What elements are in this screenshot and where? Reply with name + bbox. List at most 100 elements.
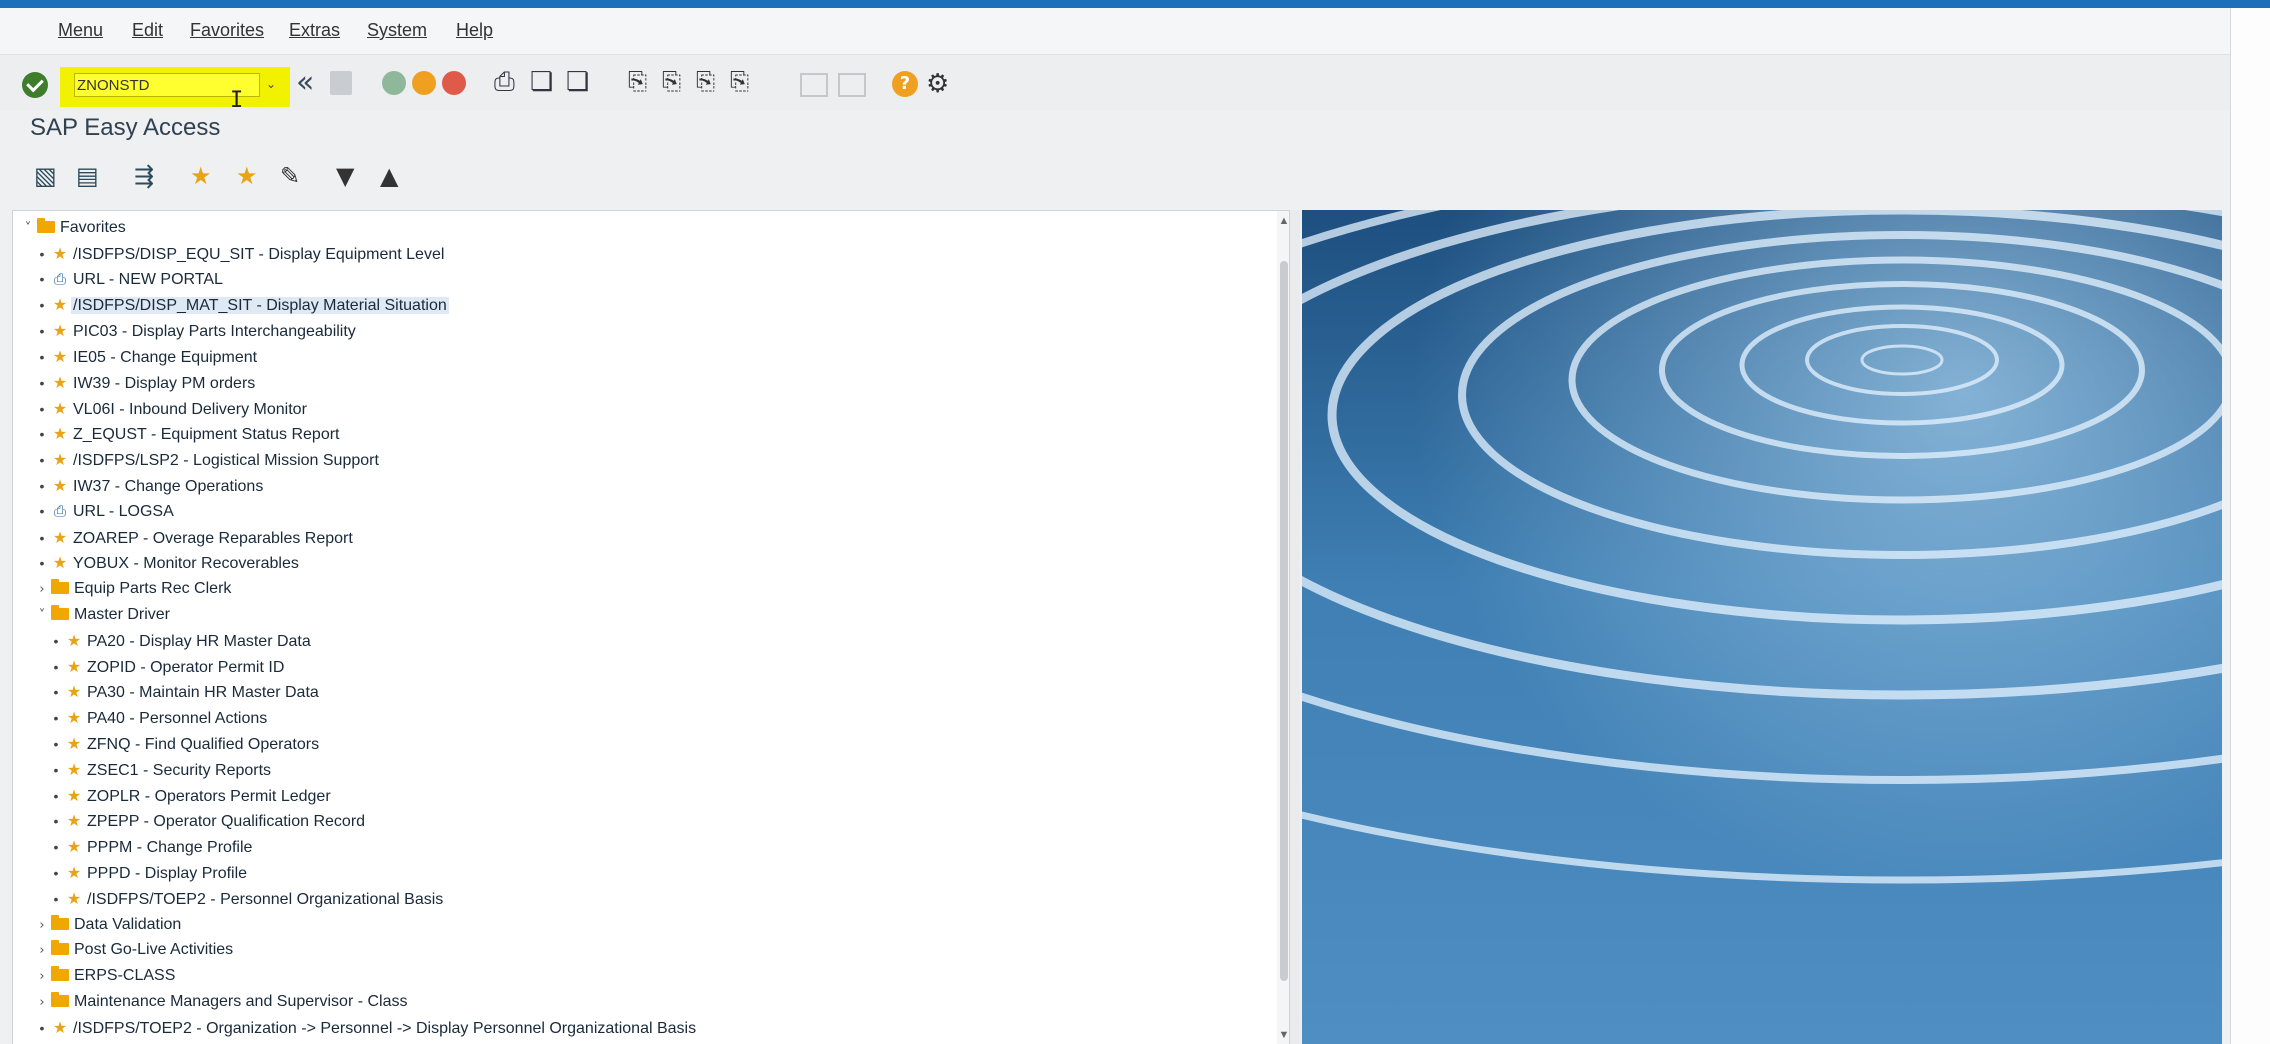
tree-item[interactable]: • ⎙ URL - LOGSA	[13, 499, 1273, 525]
tree-folder[interactable]: › Post Go-Live Activities	[13, 937, 1273, 963]
tree-item[interactable]: • ★ PA40 - Personnel Actions	[13, 705, 1273, 731]
last-page-icon[interactable]: ⎘	[730, 67, 749, 95]
tree-item[interactable]: • ★/ISDFPS/DISP_MAT_SIT - Display Materia…	[13, 292, 1273, 318]
bullet-icon: •	[39, 529, 45, 546]
star-icon: ★	[52, 346, 68, 366]
tree-folder[interactable]: › Equip Parts Rec Clerk	[13, 576, 1273, 602]
create-shortcut-icon[interactable]	[838, 73, 866, 97]
find-icon[interactable]: ❏	[530, 67, 553, 97]
chevron-right-icon[interactable]: ›	[35, 938, 49, 964]
tree-folder[interactable]: › ERPS-CLASS	[13, 963, 1273, 989]
tree-folder[interactable]: ˅ Master Driver	[13, 602, 1273, 628]
exit-icon[interactable]	[412, 71, 436, 95]
menu-edit[interactable]: Edit	[132, 20, 163, 41]
find-next-icon[interactable]: ❏	[566, 67, 589, 97]
tree-item[interactable]: • ★ /ISDFPS/DISP_EQU_SIT - Display Equipme…	[13, 241, 1273, 267]
collapse-double-arrow-icon[interactable]: «	[296, 67, 314, 99]
add-favorite-icon[interactable]: ★	[190, 162, 212, 190]
menu-menu[interactable]: Menu	[58, 20, 103, 41]
panel-splitter[interactable]	[1290, 210, 1300, 1044]
tree-item[interactable]: • ★ /ISDFPS/TOEP2 - Organization -> Person…	[13, 1015, 1273, 1041]
tree-item[interactable]: • ★ IE05 - Change Equipment	[13, 344, 1273, 370]
tree-item[interactable]: • ★ /ISDFPS/TOEP2 - Personnel Organization…	[13, 886, 1273, 912]
chevron-right-icon[interactable]: ›	[35, 964, 49, 990]
tree-item[interactable]: • ★ PPPM - Change Profile	[13, 834, 1273, 860]
tree-folder[interactable]: › Data Validation	[13, 912, 1273, 938]
tree-folder[interactable]: ˅ Favorites	[13, 215, 1273, 241]
tree-item[interactable]: • ★ ZOPLR - Operators Permit Ledger	[13, 783, 1273, 809]
window-right-edge: ⌃	[2230, 8, 2270, 1044]
next-page-icon[interactable]: ⎘	[696, 67, 715, 95]
tree-item-label: IW39 - Display PM orders	[73, 374, 256, 392]
tree-item[interactable]: • ★ YOBUX - Monitor Recoverables	[13, 550, 1273, 576]
chevron-right-icon[interactable]: ›	[35, 577, 49, 603]
sap-menu-icon[interactable]: ▤	[76, 162, 99, 190]
bullet-icon: •	[39, 502, 45, 519]
first-page-icon[interactable]: ⎘	[628, 67, 647, 95]
tree-item[interactable]: • ★ ZOAREP - Overage Reparables Report	[13, 525, 1273, 551]
move-up-icon[interactable]: ▲	[380, 162, 398, 190]
move-down-icon[interactable]: ▼	[336, 162, 354, 190]
other-menu-icon[interactable]: ⇶	[134, 162, 154, 190]
scroll-thumb[interactable]	[1280, 261, 1288, 981]
tree-item-label: VL06I - Inbound Delivery Monitor	[73, 400, 307, 418]
tree-item-label: ZSEC1 - Security Reports	[87, 761, 272, 779]
previous-page-icon[interactable]: ⎘	[662, 67, 681, 95]
tree-item[interactable]: • ★ ZOPID - Operator Permit ID	[13, 654, 1273, 680]
chevron-right-icon[interactable]: ›	[35, 990, 49, 1016]
gear-icon[interactable]: ⚙	[926, 69, 949, 99]
menu-system[interactable]: System	[367, 20, 427, 41]
enter-check-icon[interactable]	[22, 72, 48, 98]
save-icon[interactable]	[330, 71, 352, 95]
tree-item[interactable]: • ★ ZFNQ - Find Qualified Operators	[13, 731, 1273, 757]
star-icon: ★	[66, 733, 82, 753]
tree-item[interactable]: • ★ ZSEC1 - Security Reports	[13, 757, 1273, 783]
chevron-down-icon[interactable]: ˅	[21, 216, 35, 242]
window-top-border	[0, 0, 2270, 8]
chevron-down-icon[interactable]: ˅	[35, 603, 49, 629]
star-icon: ★	[52, 475, 68, 495]
tree-item[interactable]: • ★ PA20 - Display HR Master Data	[13, 628, 1273, 654]
tree-item-label: Equip Parts Rec Clerk	[74, 580, 232, 598]
tree-item[interactable]: • ★ ZPEPP - Operator Qualification Record	[13, 808, 1273, 834]
star-icon: ★	[52, 398, 68, 418]
delete-favorite-icon[interactable]: ★	[236, 162, 258, 190]
menu-extras[interactable]: Extras	[289, 20, 340, 41]
print-icon[interactable]: ⎙	[494, 67, 515, 98]
scroll-up-icon[interactable]: ▲	[1277, 215, 1289, 227]
url-document-icon: ⎙	[53, 501, 66, 520]
system-toolbar: ⌄ I « ⎙ ❏ ❏ ⎘ ⎘ ⎘ ⎘ ? ⚙	[0, 54, 2230, 113]
tree-item-label: PA30 - Maintain HR Master Data	[87, 684, 319, 702]
tree-item[interactable]: • ★ PPPD - Display Profile	[13, 860, 1273, 886]
easy-access-background-image	[1302, 210, 2222, 1044]
change-favorite-icon[interactable]: ✎	[280, 162, 300, 190]
tree-item-label: ZOAREP - Overage Reparables Report	[73, 529, 353, 547]
star-icon: ★	[52, 424, 68, 444]
tree-item[interactable]: • ★ IW39 - Display PM orders	[13, 370, 1273, 396]
tree-item[interactable]: • ★ /ISDFPS/LSP2 - Logistical Mission Supp…	[13, 447, 1273, 473]
chevron-right-icon[interactable]: ›	[35, 913, 49, 939]
chevron-down-icon[interactable]: ⌄	[264, 75, 278, 93]
help-icon[interactable]: ?	[892, 71, 918, 97]
tree-item-label: /ISDFPS/DISP_MAT_SIT - Display Material …	[71, 297, 449, 315]
tree-item[interactable]: • ★ PIC03 - Display Parts Interchangeabili…	[13, 318, 1273, 344]
back-icon[interactable]	[382, 71, 406, 95]
user-menu-icon[interactable]: ▧	[34, 162, 57, 190]
folder-icon	[51, 579, 69, 595]
scroll-down-icon[interactable]: ▼	[1277, 1029, 1289, 1041]
tree-item[interactable]: • ★ IW37 - Change Operations	[13, 473, 1273, 499]
star-icon: ★	[52, 1017, 68, 1037]
bullet-icon: •	[39, 1019, 45, 1036]
create-session-icon[interactable]	[800, 73, 828, 97]
tree-item[interactable]: • ⎙ URL - NEW PORTAL	[13, 267, 1273, 293]
tree-scrollbar[interactable]: ▲ ▼	[1277, 211, 1289, 1044]
tree-item[interactable]: • ★ VL06I - Inbound Delivery Monitor	[13, 396, 1273, 422]
menu-favorites[interactable]: Favorites	[190, 20, 264, 41]
page-title: SAP Easy Access	[30, 114, 221, 141]
tree-item[interactable]: • ★ Z_EQUST - Equipment Status Report	[13, 421, 1273, 447]
menu-help[interactable]: Help	[456, 20, 493, 41]
tree-folder[interactable]: › Maintenance Managers and Supervisor - C…	[13, 989, 1273, 1015]
folder-icon	[51, 940, 69, 956]
tree-item[interactable]: • ★ PA30 - Maintain HR Master Data	[13, 679, 1273, 705]
cancel-icon[interactable]	[442, 71, 466, 95]
